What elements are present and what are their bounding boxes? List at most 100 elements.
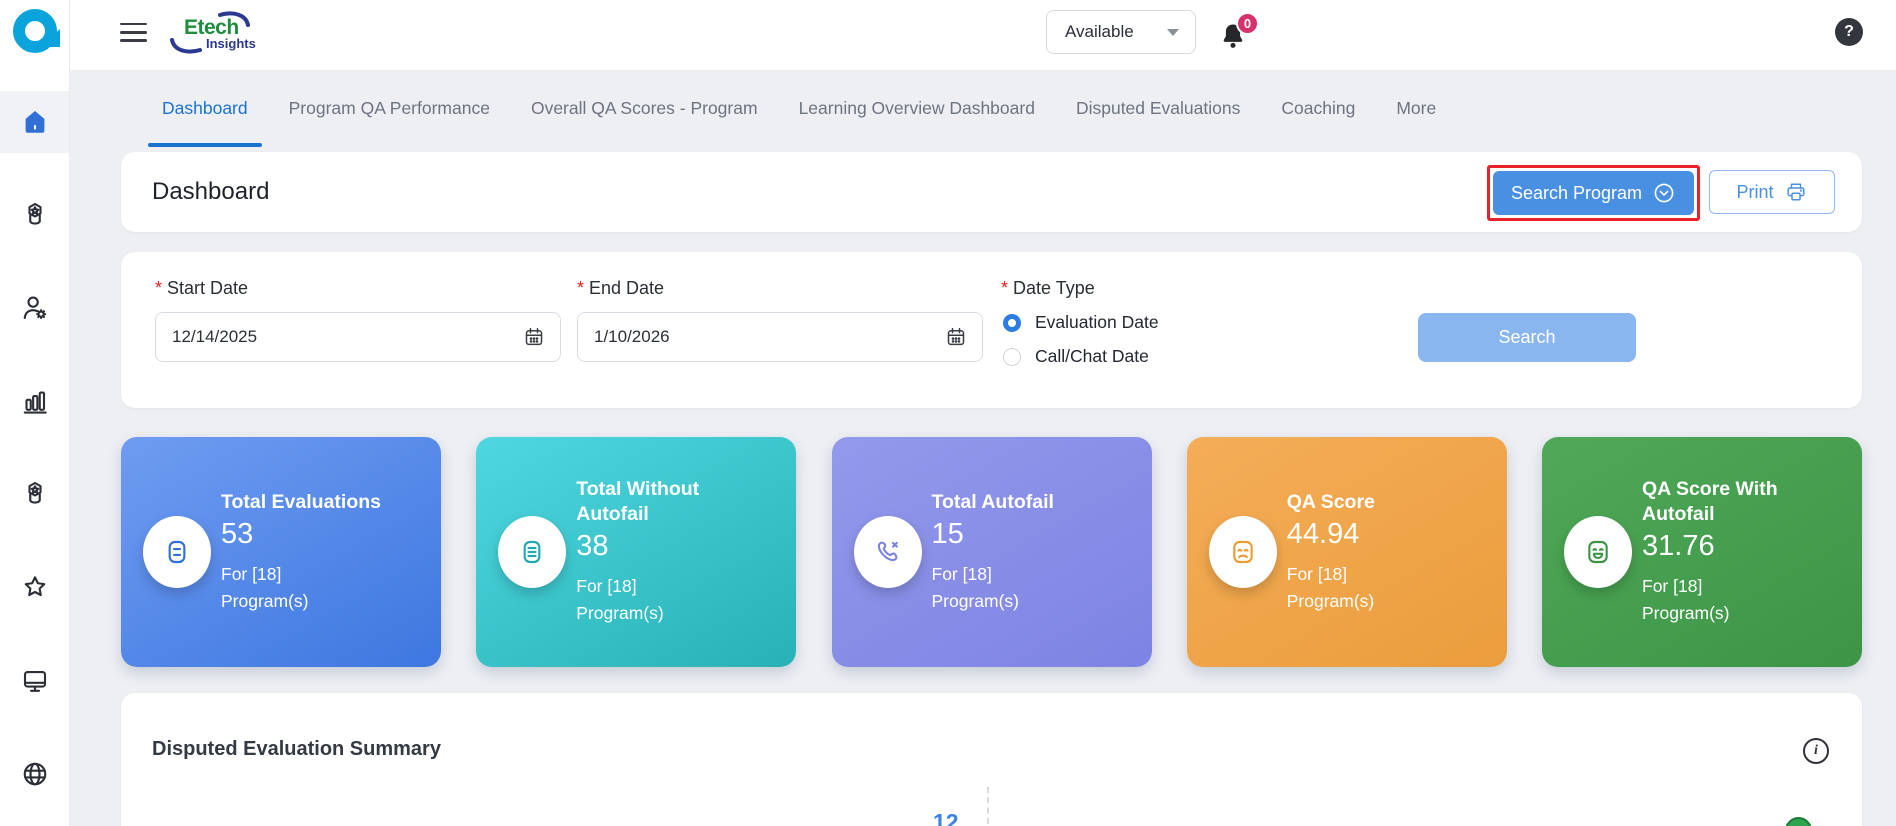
start-date-field (155, 312, 561, 362)
stat-value: 44.94 (1287, 518, 1487, 551)
required-marker: * (577, 278, 584, 298)
stat-card-total-without-autofail[interactable]: Total Without Autofail 38 For [18] Progr… (476, 437, 796, 667)
sidebar-item-globe[interactable] (0, 743, 69, 805)
sidebar-item-favorites[interactable] (0, 556, 69, 618)
home-icon (20, 107, 50, 137)
stat-icon-circle (854, 516, 922, 588)
tab-program-qa-performance[interactable]: Program QA Performance (287, 70, 492, 147)
tab-disputed-evaluations[interactable]: Disputed Evaluations (1074, 70, 1242, 147)
sad-badge-icon (1227, 536, 1259, 568)
tab-overall-qa-scores-program[interactable]: Overall QA Scores - Program (529, 70, 760, 147)
stat-title: Total Autofail (932, 490, 1117, 515)
stat-title: QA Score With Autofail (1642, 477, 1827, 527)
start-date-label: *Start Date (155, 278, 248, 299)
stat-icon-circle (143, 516, 211, 588)
date-type-label: *Date Type (1001, 278, 1095, 299)
end-date-label: *End Date (577, 278, 664, 299)
stat-card-total-autofail[interactable]: Total Autofail 15 For [18] Program(s) (832, 437, 1152, 667)
etech-insights-logo: Etech Insights (162, 8, 262, 58)
end-date-input[interactable] (594, 327, 944, 347)
required-marker: * (1001, 278, 1008, 298)
list-document-icon (516, 536, 548, 568)
logo-text-secondary: Insights (206, 36, 256, 51)
tab-dashboard[interactable]: Dashboard (160, 70, 250, 147)
radio-selected-icon (1003, 314, 1021, 332)
stat-cards-row: Total Evaluations 53 For [18] Program(s)… (121, 437, 1862, 667)
stat-subtitle: For [18] Program(s) (1642, 573, 1762, 627)
start-date-input[interactable] (172, 327, 522, 347)
stat-icon-circle (1209, 516, 1277, 588)
page-title: Dashboard (152, 178, 269, 206)
filters-card: *Start Date *End Date (121, 252, 1862, 408)
phone-missed-icon (872, 536, 904, 568)
sidebar (0, 0, 70, 826)
search-program-button[interactable]: Search Program (1493, 171, 1694, 215)
stat-icon-circle (1564, 516, 1632, 588)
sidebar-item-monitor[interactable] (0, 650, 69, 712)
stat-value: 38 (576, 530, 776, 563)
app-root: Etech Insights Available 0 ? Dashboard P… (0, 0, 1896, 826)
page-title-card: Dashboard Search Program Print (121, 152, 1862, 232)
stat-subtitle: For [18] Program(s) (221, 561, 341, 615)
sidebar-item-reports[interactable] (0, 370, 69, 432)
sidebar-item-user-settings[interactable] (0, 277, 69, 339)
help-button[interactable]: ? (1835, 18, 1863, 46)
chart-green-marker (1785, 817, 1812, 826)
calendar-icon[interactable] (944, 325, 968, 349)
qa-badge-icon (20, 200, 50, 230)
required-marker: * (155, 278, 162, 298)
calendar-icon[interactable] (522, 325, 546, 349)
stat-subtitle: For [18] Program(s) (932, 561, 1052, 615)
star-icon (20, 572, 50, 602)
bar-chart-icon (20, 386, 50, 416)
notifications-button[interactable]: 0 (1218, 14, 1262, 54)
q-app-logo[interactable] (9, 6, 63, 60)
user-settings-icon (20, 293, 50, 323)
summary-title: Disputed Evaluation Summary (152, 738, 441, 761)
chevron-down-circle-icon (1652, 181, 1676, 205)
tab-coaching[interactable]: Coaching (1279, 70, 1357, 147)
stat-card-total-evaluations[interactable]: Total Evaluations 53 For [18] Program(s) (121, 437, 441, 667)
hamburger-menu-icon[interactable] (120, 23, 147, 42)
stat-title: Total Evaluations (221, 490, 406, 515)
clipboard-lines-icon (161, 536, 193, 568)
stat-title: Total Without Autofail (576, 477, 761, 527)
stat-value: 53 (221, 518, 421, 551)
filter-search-button[interactable]: Search (1418, 313, 1636, 362)
search-program-label: Search Program (1511, 183, 1642, 204)
help-icon: ? (1844, 23, 1854, 41)
availability-dropdown[interactable]: Available (1046, 10, 1196, 54)
stat-subtitle: For [18] Program(s) (576, 573, 696, 627)
sidebar-item-home[interactable] (0, 91, 69, 153)
sidebar-item-qa-badge[interactable] (0, 184, 69, 246)
stat-title: QA Score (1287, 490, 1472, 515)
main-content: Dashboard Program QA Performance Overall… (70, 70, 1896, 826)
qa-badge-alt-icon (20, 479, 50, 509)
print-button[interactable]: Print (1709, 170, 1835, 214)
stat-value: 15 (932, 518, 1132, 551)
availability-value: Available (1065, 22, 1134, 42)
top-header: Etech Insights Available 0 ? (70, 0, 1896, 70)
monitor-icon (20, 666, 50, 696)
info-icon[interactable]: i (1803, 738, 1829, 764)
globe-icon (20, 759, 50, 789)
radio-evaluation-date-label: Evaluation Date (1035, 312, 1159, 333)
tab-learning-overview-dashboard[interactable]: Learning Overview Dashboard (797, 70, 1037, 147)
tab-more[interactable]: More (1394, 70, 1438, 147)
radio-evaluation-date[interactable]: Evaluation Date (1003, 312, 1159, 333)
sidebar-item-qa-badge-alt[interactable] (0, 463, 69, 525)
print-label: Print (1736, 182, 1773, 203)
stat-card-qa-score[interactable]: QA Score 44.94 For [18] Program(s) (1187, 437, 1507, 667)
chart-partial-value: 12 (933, 809, 959, 826)
stat-subtitle: For [18] Program(s) (1287, 561, 1407, 615)
radio-call-chat-date[interactable]: Call/Chat Date (1003, 346, 1149, 367)
disputed-evaluation-summary-card: Disputed Evaluation Summary i 12 (121, 693, 1862, 826)
happy-badge-icon (1582, 536, 1614, 568)
stat-card-qa-score-with-autofail[interactable]: QA Score With Autofail 31.76 For [18] Pr… (1542, 437, 1862, 667)
end-date-field (577, 312, 983, 362)
tab-bar: Dashboard Program QA Performance Overall… (160, 70, 1438, 147)
notification-count-badge: 0 (1236, 12, 1259, 35)
radio-call-chat-date-label: Call/Chat Date (1035, 346, 1149, 367)
stat-value: 31.76 (1642, 530, 1842, 563)
radio-unselected-icon (1003, 348, 1021, 366)
